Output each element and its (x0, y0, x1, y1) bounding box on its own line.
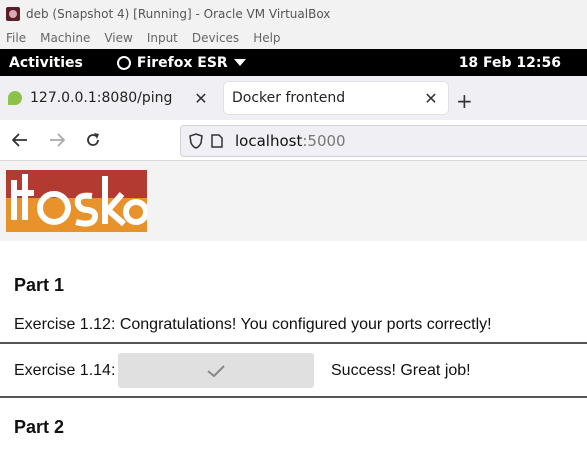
toska-logo (6, 170, 147, 232)
menu-file[interactable]: File (6, 31, 26, 45)
firefox-icon (116, 55, 131, 70)
checkmark-icon (207, 364, 225, 377)
menu-devices[interactable]: Devices (192, 31, 239, 45)
exercise-1-14-label: Exercise 1.14: (14, 362, 116, 379)
menu-help[interactable]: Help (253, 31, 280, 45)
page-icon[interactable] (211, 134, 223, 148)
menu-view[interactable]: View (104, 31, 132, 45)
virtualbox-icon (6, 6, 20, 21)
forward-arrow-icon (50, 133, 65, 147)
shield-icon[interactable] (189, 133, 203, 149)
reload-icon (87, 133, 99, 146)
divider (0, 396, 587, 398)
tab-docker-frontend[interactable]: Docker frontend ✕ (224, 82, 448, 114)
page-header (0, 161, 587, 241)
exercise-1-14-result: Success! Great job! (331, 362, 471, 379)
vbox-title-bar: deb (Snapshot 4) [Running] - Oracle VM V… (0, 0, 587, 27)
new-tab-button[interactable]: + (456, 89, 473, 113)
activities-button[interactable]: Activities (9, 55, 83, 71)
part2-heading: Part 2 (14, 417, 65, 437)
close-icon[interactable]: ✕ (422, 89, 440, 108)
vbox-menu-bar: File Machine View Input Devices Help (0, 27, 587, 49)
back-arrow-icon (12, 133, 27, 147)
forward-button[interactable] (45, 128, 69, 152)
window-title: deb (Snapshot 4) [Running] - Oracle VM V… (26, 6, 331, 21)
url-port: :5000 (302, 132, 346, 150)
chevron-down-icon (233, 58, 246, 66)
reload-button[interactable] (81, 128, 105, 152)
menu-machine[interactable]: Machine (40, 31, 90, 45)
exercise-1-12-text: Exercise 1.12: Congratulations! You conf… (14, 316, 492, 333)
tab-title: 127.0.0.1:8080/ping (30, 90, 173, 106)
back-button[interactable] (8, 128, 32, 152)
close-icon[interactable]: ✕ (192, 89, 210, 108)
address-bar[interactable]: localhost :5000 (180, 125, 587, 157)
url-host: localhost (235, 132, 303, 150)
menu-input[interactable]: Input (147, 31, 178, 45)
app-menu-label: Firefox ESR (136, 54, 228, 71)
leaf-icon (8, 91, 22, 105)
exercise-1-14-button[interactable] (118, 353, 314, 388)
tab-ping[interactable]: 127.0.0.1:8080/ping ✕ (0, 82, 218, 114)
gnome-top-bar: Activities Firefox ESR 18 Feb 12:56 (0, 49, 587, 76)
navigation-bar: localhost :5000 (0, 120, 587, 161)
part1-heading: Part 1 (14, 275, 65, 295)
divider (0, 342, 587, 344)
tab-title: Docker frontend (232, 90, 346, 106)
tab-strip: 127.0.0.1:8080/ping ✕ Docker frontend ✕ … (0, 76, 587, 120)
app-menu[interactable]: Firefox ESR (116, 54, 246, 71)
clock[interactable]: 18 Feb 12:56 (459, 55, 561, 71)
